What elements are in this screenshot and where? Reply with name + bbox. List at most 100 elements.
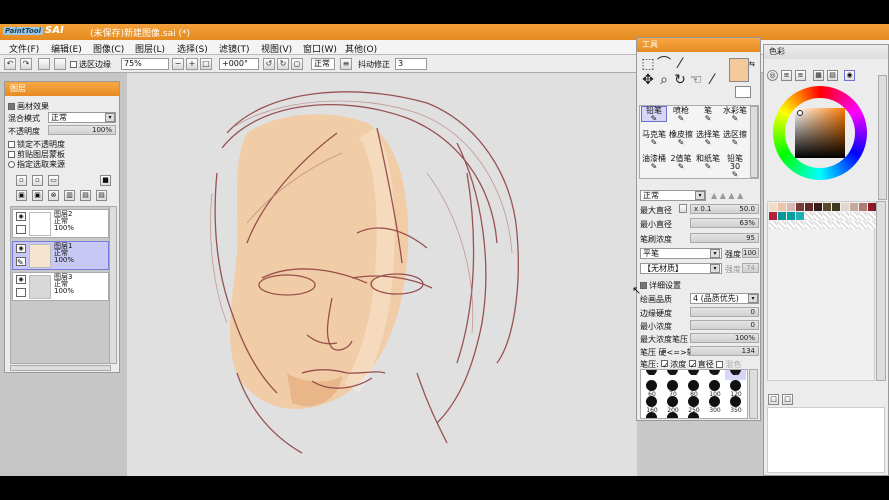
new-scratchpad-icon[interactable]: □ [768, 394, 779, 405]
size-preset-120[interactable]: 120 [725, 380, 746, 398]
clear-layer-icon[interactable]: ⊗ [48, 190, 59, 201]
size-preset-350[interactable]: 350 [725, 396, 746, 414]
clear-scratchpad-icon[interactable]: □ [782, 394, 793, 405]
palette-empty-slot[interactable] [787, 221, 795, 229]
brush-pencil30[interactable]: 铅笔30 ✎ [722, 154, 748, 179]
copy-layer-icon[interactable]: ▣ [16, 190, 27, 201]
size-preset-100[interactable]: 100 [704, 380, 725, 398]
zoom-out-icon[interactable]: − [172, 58, 184, 70]
palette-empty-slot[interactable] [814, 221, 822, 229]
size-preset-empty[interactable] [662, 412, 683, 418]
brush-select-pen[interactable]: 选择笔 ✎ [695, 130, 721, 147]
layer-mask-icon[interactable]: ■ [100, 175, 111, 186]
pressure-curve-slider[interactable]: 134 [690, 346, 759, 356]
density-slider[interactable]: 95 [690, 233, 759, 243]
color-picker-handle[interactable] [797, 110, 803, 116]
flip-icon[interactable]: ≡ [340, 58, 352, 70]
palette-empty-slot[interactable] [859, 212, 867, 220]
saturation-value-square[interactable] [795, 108, 845, 158]
palette-empty-slot[interactable] [814, 212, 822, 220]
max-size-slider[interactable]: x 0.1 50.0 [690, 204, 759, 214]
merge-down-icon[interactable]: ▣ [32, 190, 43, 201]
palette-swatch[interactable] [787, 212, 795, 220]
palette-empty-slot[interactable] [868, 212, 876, 220]
merge-visible-icon[interactable]: ▤ [80, 190, 91, 201]
size-preset-300[interactable]: 300 [704, 396, 725, 414]
menu-image[interactable]: 图像(C) [93, 42, 124, 55]
brush-pencil[interactable]: 铅笔 ✎ [641, 106, 667, 123]
brush-bucket[interactable]: 油漆桶 ✎ [641, 154, 667, 171]
brush-effects-toggle[interactable]: 画材效果 [8, 101, 49, 112]
new-folder-icon[interactable]: ▭ [48, 175, 59, 186]
redo-icon[interactable]: ↷ [20, 58, 32, 70]
menu-filter[interactable]: 滤镜(T) [219, 42, 250, 55]
palette-empty-slot[interactable] [823, 212, 831, 220]
palette-swatch[interactable] [832, 203, 840, 211]
brush-watercolor[interactable]: 水彩笔 ✎ [722, 106, 748, 123]
scratchpad-tab-icon[interactable]: ◉ [844, 70, 855, 81]
color-wheel[interactable] [773, 86, 867, 180]
eyedropper-icon[interactable]: ⁄ [703, 72, 721, 88]
size-preset-40[interactable]: 40 [704, 370, 725, 380]
palette-empty-slot[interactable] [850, 221, 858, 229]
eye-icon[interactable]: ◉ [16, 275, 26, 284]
pencil-icon[interactable]: ✎ [16, 257, 26, 267]
size-preset-60[interactable]: 60 [641, 380, 662, 398]
layer-opacity-slider[interactable]: 100% [48, 125, 116, 135]
palette-swatch[interactable] [814, 203, 822, 211]
lock-icon[interactable] [16, 288, 26, 297]
size-preset-160[interactable]: 160 [641, 396, 662, 414]
brush-deselect[interactable]: 选区擦 ✎ [722, 130, 748, 147]
layer-list-scrollbar[interactable] [109, 206, 117, 364]
magic-wand-icon[interactable]: ⁄ [671, 56, 689, 72]
pressure-blend-checkbox[interactable]: 混色 [716, 360, 741, 369]
size-preset-70[interactable]: 70 [662, 380, 683, 398]
undo-icon[interactable]: ↶ [4, 58, 16, 70]
palette-swatch[interactable] [859, 203, 867, 211]
mixer-tab-icon[interactable]: ▤ [827, 70, 838, 81]
rotation-field[interactable]: +000° [219, 58, 259, 70]
eye-icon[interactable]: ◉ [16, 212, 26, 221]
drawing-canvas[interactable] [127, 73, 637, 476]
palette-empty-slot[interactable] [868, 221, 876, 229]
size-preset-scrollbar[interactable] [749, 369, 758, 419]
menu-edit[interactable]: 编辑(E) [51, 42, 82, 55]
invert-selection-icon[interactable] [54, 58, 66, 70]
stabilizer-field[interactable]: 3 [395, 58, 427, 70]
flatten-icon[interactable]: ▤ [96, 190, 107, 201]
edge-shape-icons[interactable]: ▲ ▲ ▲ ▲ [711, 191, 743, 200]
swap-colors-icon[interactable]: ⇆ [749, 60, 757, 68]
palette-empty-slot[interactable] [832, 221, 840, 229]
zoom-field[interactable]: 75% [121, 58, 169, 70]
palette-empty-slot[interactable] [823, 221, 831, 229]
trash-icon[interactable]: ▥ [64, 190, 75, 201]
size-preset-250[interactable]: 250 [683, 396, 704, 414]
edge-hardness-slider[interactable]: 0 [690, 307, 759, 317]
size-preset-200[interactable]: 200 [662, 396, 683, 414]
palette-swatch[interactable] [841, 203, 849, 211]
menu-layer[interactable]: 图层(L) [135, 42, 165, 55]
palette-swatch[interactable] [805, 203, 813, 211]
new-layer-icon[interactable]: ▫ [16, 175, 27, 186]
menu-select[interactable]: 选择(S) [177, 42, 208, 55]
new-linework-layer-icon[interactable]: ▫ [32, 175, 43, 186]
color-wheel-tab-icon[interactable]: ◎ [767, 70, 778, 81]
size-mode-icon[interactable] [679, 204, 687, 213]
color-panel-scrollbar[interactable] [878, 75, 887, 200]
rgb-slider-tab-icon[interactable]: ≡ [781, 70, 792, 81]
palette-empty-slot[interactable] [805, 221, 813, 229]
texture-strength-slider[interactable]: 74 [742, 263, 759, 273]
swatch-tab-icon[interactable]: ▦ [813, 70, 824, 81]
palette-swatch[interactable] [778, 212, 786, 220]
scratchpad-area[interactable] [767, 407, 885, 473]
pressure-size-checkbox[interactable]: ✓直径 [688, 360, 714, 370]
primary-color-swatch[interactable] [729, 58, 749, 82]
palette-swatch[interactable] [823, 203, 831, 211]
palette-swatch[interactable] [796, 203, 804, 211]
brush-marker[interactable]: 马克笔 ✎ [641, 130, 667, 147]
menu-file[interactable]: 文件(F) [9, 42, 39, 55]
shape-strength-slider[interactable]: 100 [742, 248, 759, 258]
zoom-in-icon[interactable]: + [186, 58, 198, 70]
palette-empty-slot[interactable] [805, 212, 813, 220]
brush-eraser[interactable]: 橡皮擦 ✎ [668, 130, 694, 147]
